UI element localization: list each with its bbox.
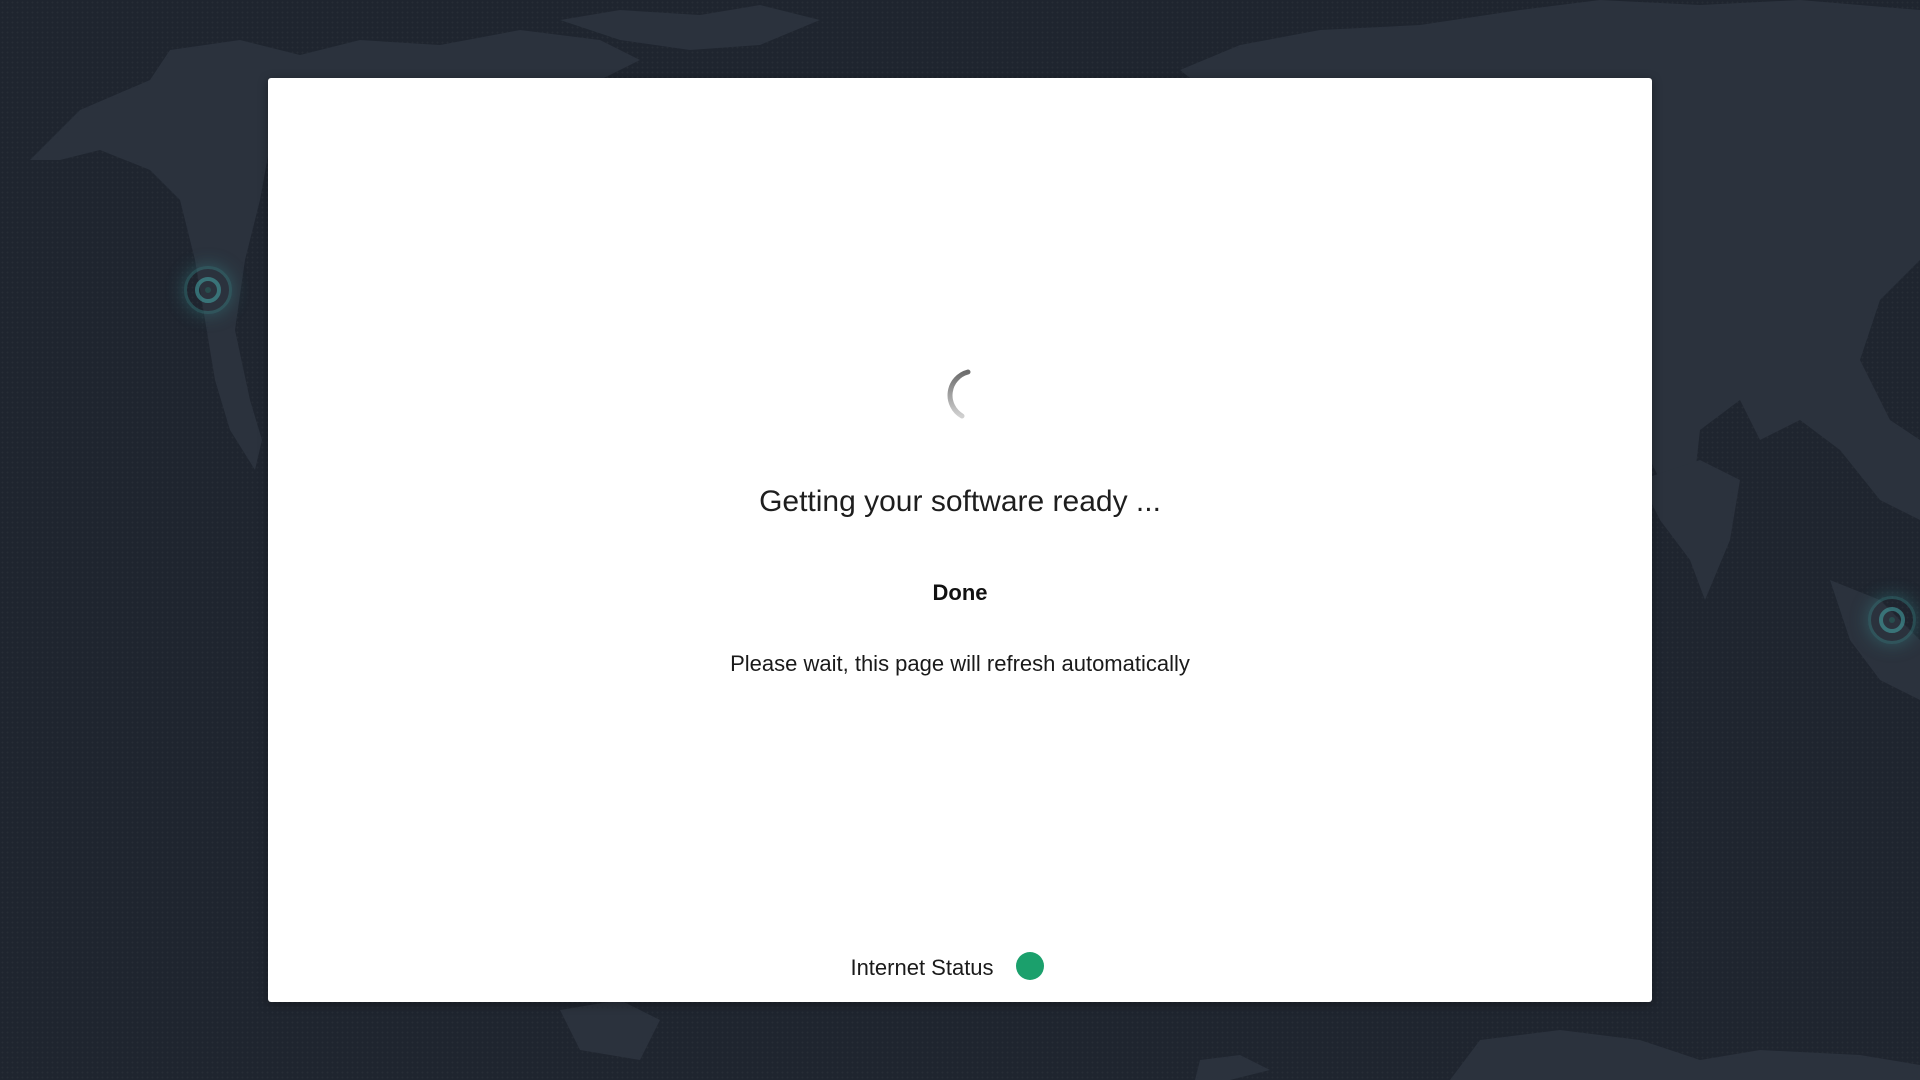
landmass-india <box>1640 460 1740 600</box>
landmass-south-fragment-right <box>1450 1030 1920 1080</box>
internet-status: Internet Status <box>268 952 1652 982</box>
landmass-south-fragment-mid <box>1195 1055 1270 1080</box>
internet-status-label: Internet Status <box>850 955 994 980</box>
internet-status-indicator <box>1015 952 1044 980</box>
loading-dialog: Getting your software ready ... Done Ple… <box>268 78 1652 1002</box>
landmass-southeast-asia <box>1830 580 1920 700</box>
refresh-message: Please wait, this page will refresh auto… <box>730 651 1190 676</box>
loading-title: Getting your software ready ... <box>759 485 1161 518</box>
loading-spinner-icon <box>947 369 971 419</box>
progress-status: Done <box>932 580 988 605</box>
map-location-marker <box>1868 596 1916 644</box>
landmass-south-fragment-left <box>560 1000 660 1060</box>
map-location-marker <box>184 266 232 314</box>
